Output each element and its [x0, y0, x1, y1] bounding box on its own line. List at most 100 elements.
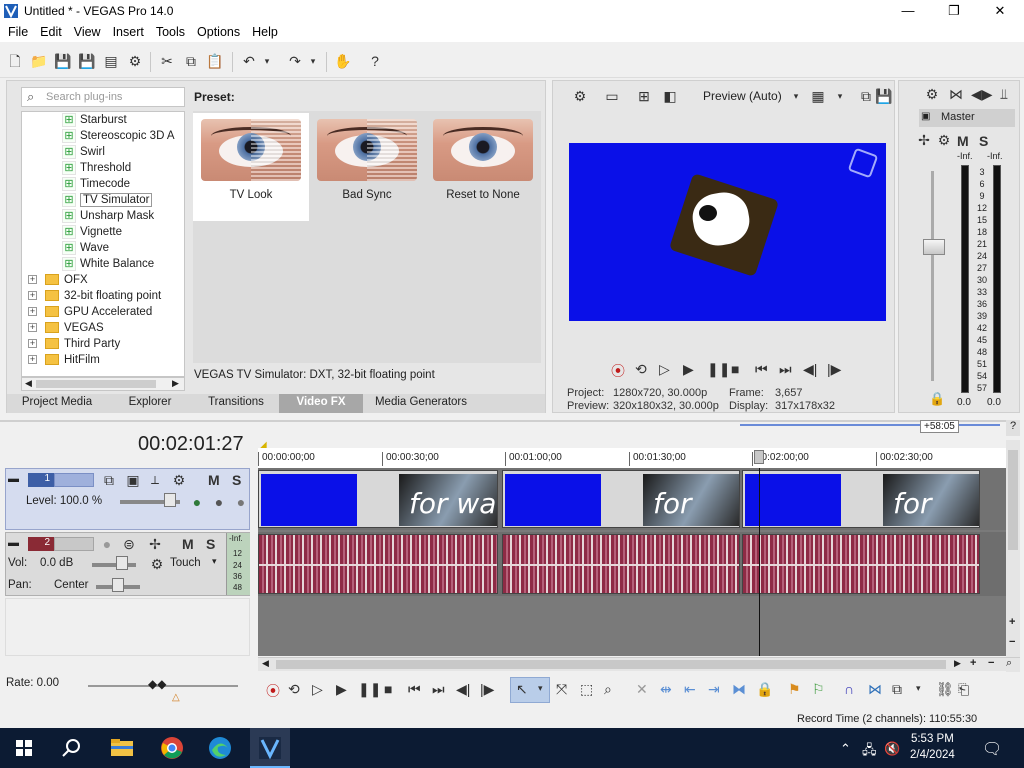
edit-tool-dropdown-icon[interactable]: ▾	[538, 683, 543, 694]
composite-parent-icon[interactable]: ●	[188, 493, 206, 511]
chrome-icon[interactable]	[158, 734, 186, 762]
menu-tools[interactable]: Tools	[150, 22, 191, 42]
tab-media-generators[interactable]: Media Generators	[363, 394, 479, 413]
preset-reset-to-none[interactable]: Reset to None	[425, 113, 541, 221]
track-fx-icon[interactable]: ✢	[146, 535, 164, 553]
audio-mute-button[interactable]: M	[182, 536, 194, 552]
tree-horizontal-scrollbar[interactable]: ◀ ▶	[21, 377, 185, 391]
composite-child-icon[interactable]: ●	[210, 493, 228, 511]
automation-mode[interactable]: Touch	[170, 557, 201, 569]
zoom-edit-tool-icon[interactable]: ⌕	[604, 681, 612, 698]
go-to-start-icon[interactable]: ⏮	[408, 681, 421, 698]
audio-solo-button[interactable]: S	[206, 536, 215, 552]
zoom-out-horizontal-icon[interactable]: −	[988, 657, 994, 669]
volume-knob[interactable]	[116, 556, 128, 570]
undo-dropdown-icon[interactable]: ▾	[262, 52, 272, 70]
render-icon[interactable]: ▤	[102, 52, 120, 70]
volume-slider[interactable]	[92, 563, 136, 567]
menu-edit[interactable]: Edit	[34, 22, 68, 42]
timeline-ruler[interactable]: 00:00:00;00 00:00:30;00 00:01:00;00 00:0…	[258, 448, 1008, 468]
menu-help[interactable]: Help	[246, 22, 284, 42]
quality-dropdown-icon[interactable]: ▾	[787, 87, 805, 105]
play-from-start-icon[interactable]: ▷	[659, 361, 670, 378]
automation-dropdown-icon[interactable]: ▾	[212, 556, 217, 567]
show-hidden-icons-chevron[interactable]: ⌃	[840, 741, 851, 757]
tree-item-vignette[interactable]: ⊞ Vignette	[62, 224, 122, 240]
preset-tv-look[interactable]: TV Look	[193, 113, 309, 221]
stop-icon[interactable]: ■	[731, 361, 739, 377]
loop-playback-icon[interactable]: ⟲	[288, 681, 300, 698]
maximize-button[interactable]: ❐	[931, 0, 977, 22]
new-file-icon[interactable]: 🗋	[6, 52, 24, 70]
audio-clip[interactable]	[502, 534, 740, 594]
track-number[interactable]: 1	[28, 473, 54, 487]
previous-frame-icon[interactable]: ◀|	[456, 681, 470, 698]
mixer-icon[interactable]: ⫫	[995, 85, 1013, 103]
expand-icon[interactable]: +	[28, 291, 37, 301]
selection-tool-icon[interactable]: ⬚	[580, 681, 593, 698]
edit-tool-cursor-icon[interactable]: ↖	[516, 681, 528, 698]
menu-options[interactable]: Options	[191, 22, 246, 42]
expand-icon[interactable]: +	[28, 307, 37, 317]
expand-icon[interactable]: +	[28, 323, 37, 333]
menu-view[interactable]: View	[68, 22, 107, 42]
collapse-track-icon[interactable]: ▬	[8, 537, 19, 549]
tree-item-wave[interactable]: ⊞ Wave	[62, 240, 109, 256]
hand-icon[interactable]: ✋	[334, 52, 352, 70]
tree-item-unsharp-mask[interactable]: ⊞ Unsharp Mask	[62, 208, 154, 224]
external-monitor-icon[interactable]: ▭	[603, 87, 621, 105]
master-effects-icon[interactable]: ⚙	[935, 131, 953, 149]
marker-insert-icon[interactable]: ⚑	[788, 681, 801, 698]
pause-icon[interactable]: ❚❚	[707, 361, 730, 378]
collapse-track-icon[interactable]: ▬	[8, 473, 19, 485]
windows-start-icon[interactable]	[10, 734, 38, 762]
lock-icon[interactable]: 🔒	[929, 391, 945, 407]
master-volume-fader[interactable]	[923, 171, 945, 381]
previous-frame-icon[interactable]: ◀|	[803, 361, 817, 378]
zoom-out-vertical-icon[interactable]: −	[1009, 636, 1015, 648]
tab-project-media[interactable]: Project Media	[7, 394, 107, 413]
video-solo-button[interactable]: S	[232, 472, 241, 488]
lock-icon[interactable]: 🔒	[756, 681, 773, 698]
record-icon[interactable]: ⦿	[266, 681, 280, 701]
play-icon[interactable]: ▶	[336, 681, 347, 698]
menu-file[interactable]: File	[2, 22, 34, 42]
minimize-button[interactable]: —	[885, 0, 931, 22]
tree-item-starburst[interactable]: ⊞ Starburst	[62, 112, 127, 128]
track-fx-icon[interactable]: ▣	[124, 471, 142, 489]
automation-settings-icon[interactable]: ⚙	[148, 555, 166, 573]
tree-folder-third-party[interactable]: + Third Party	[28, 336, 120, 352]
edge-icon[interactable]	[206, 734, 234, 762]
dim-output-icon[interactable]: ◀▶	[971, 85, 993, 103]
tree-folder-ofx[interactable]: + OFX	[28, 272, 88, 288]
file-explorer-icon[interactable]	[108, 734, 136, 762]
go-to-end-icon[interactable]: ⏭	[432, 681, 445, 698]
tree-folder-32bit[interactable]: +32-bit floating point	[28, 288, 161, 304]
video-mute-button[interactable]: M	[208, 472, 220, 488]
region-insert-icon[interactable]: ⚐	[812, 681, 825, 698]
trim-start-icon[interactable]: ⇤	[684, 681, 696, 698]
track-motion-icon[interactable]: ⧉	[100, 471, 118, 489]
master-solo-button[interactable]: S	[979, 133, 988, 149]
track-settings-gear-icon[interactable]: ⚙	[170, 471, 188, 489]
timeline-vertical-scrollbar[interactable]: + −	[1006, 440, 1020, 672]
search-icon[interactable]	[58, 734, 86, 762]
record-icon[interactable]: ⦿	[611, 361, 625, 381]
tab-transitions[interactable]: Transitions	[193, 394, 279, 413]
timeline-tracks[interactable]: for wa for wa for wa	[258, 468, 1006, 656]
tab-video-fx[interactable]: Video FX	[279, 394, 363, 413]
playhead-handle[interactable]	[754, 450, 764, 464]
preview-quality-select[interactable]: Preview (Auto)	[703, 89, 782, 103]
network-icon[interactable]: 🖧	[862, 741, 877, 763]
master-mute-button[interactable]: M	[957, 133, 969, 149]
notifications-icon[interactable]: 🗨	[982, 739, 1002, 759]
overlays-dropdown-icon[interactable]: ▾	[831, 87, 849, 105]
tree-item-timecode[interactable]: ⊞ Timecode	[62, 176, 130, 192]
timeline-horizontal-scrollbar[interactable]: ◀ ▶ + − ⌕	[258, 657, 1020, 671]
track-name-field[interactable]	[54, 537, 94, 551]
redo-dropdown-icon[interactable]: ▾	[308, 52, 318, 70]
save-as-icon[interactable]: 💾	[78, 52, 96, 70]
tree-item-threshold[interactable]: ⊞ Threshold	[62, 160, 131, 176]
lock-envelopes-icon[interactable]: ⛓	[936, 681, 954, 698]
video-clip[interactable]: for wa	[502, 470, 740, 528]
